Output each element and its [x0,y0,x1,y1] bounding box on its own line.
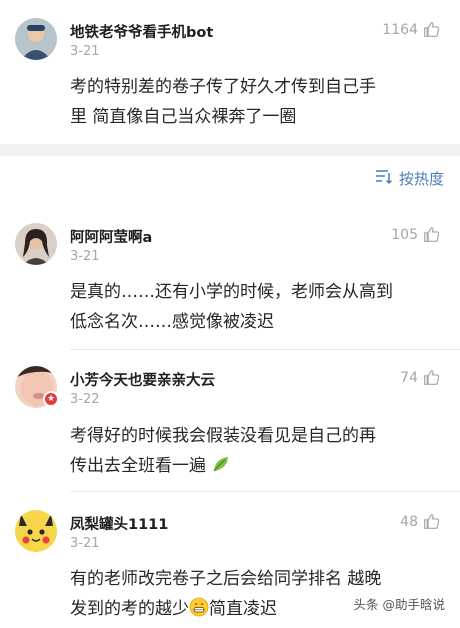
thumbs-up-icon [423,21,440,38]
like-count: 1164 [382,21,418,38]
sort-label: 按热度 [398,170,444,188]
leaf-emoji-icon [211,454,231,484]
sort-icon [375,169,393,189]
username[interactable]: 阿阿阿莹啊a [70,226,152,247]
timestamp: 3-22 [70,392,100,407]
like-count: 105 [391,226,418,243]
like-button[interactable]: 105 [391,226,440,243]
comment-text-fragment: 传出去全班看一遍 [70,456,206,476]
comment-text-line: 有的老师改完卷子之后会给同学排名 越晚 [70,569,382,589]
like-count: 48 [400,513,418,530]
comment-text: 考得好的时候我会假装没看见是自己的再 传出去全班看一遍 [70,421,450,484]
timestamp: 3-21 [70,536,100,551]
comment-text-line: 传出去全班看一遍 [70,451,450,484]
username[interactable]: 地铁老爷爷看手机bot [70,21,213,42]
comment-text-fragment: 发到的考的越少 [70,599,189,619]
comment-text: 是真的……还有小学的时候，老师会从高到 低念名次……感觉像被凌迟 [70,277,450,337]
username[interactable]: 小芳今天也要亲亲大云 [70,369,215,390]
thumbs-up-icon [423,513,440,530]
sort-by-hot-button[interactable]: 按热度 [375,168,444,189]
comment-text-fragment: 简直凌迟 [209,599,277,619]
username[interactable]: 凤梨罐头1111 [70,513,168,534]
comment-text-line: 低念名次……感觉像被凌迟 [70,312,274,332]
like-button[interactable]: 1164 [382,21,440,38]
section-divider [0,144,460,156]
verified-badge-icon [43,391,59,407]
comment-item: 地铁老爷爷看手机bot 3-21 1164 考的特别差的卷子传了好久才传到自己手… [0,0,460,144]
timestamp: 3-21 [70,44,100,59]
grinning-emoji-icon [189,597,209,627]
timestamp: 3-21 [70,249,100,264]
thumbs-up-icon [423,369,440,386]
avatar[interactable] [15,510,57,552]
watermark: 头条 @助手晗说 [350,593,448,614]
divider [70,491,460,492]
like-count: 74 [400,369,418,386]
comment-text: 考的特别差的卷子传了好久才传到自己手 里 简直像自己当众裸奔了一圈 [70,72,450,132]
comment-text-line: 里 简直像自己当众裸奔了一圈 [70,107,297,127]
comment-text-line: 考的特别差的卷子传了好久才传到自己手 [70,77,376,97]
avatar[interactable] [15,223,57,265]
comment-text-line: 考得好的时候我会假装没看见是自己的再 [70,426,376,446]
thumbs-up-icon [423,226,440,243]
comment-text-line: 是真的……还有小学的时候，老师会从高到 [70,282,393,302]
like-button[interactable]: 48 [400,513,440,530]
avatar[interactable] [15,18,57,60]
comment-item: 小芳今天也要亲亲大云 3-22 74 考得好的时候我会假装没看见是自己的再 传出… [0,350,460,492]
like-button[interactable]: 74 [400,369,440,386]
comment-item: 阿阿阿莹啊a 3-21 105 是真的……还有小学的时候，老师会从高到 低念名次… [0,206,460,354]
